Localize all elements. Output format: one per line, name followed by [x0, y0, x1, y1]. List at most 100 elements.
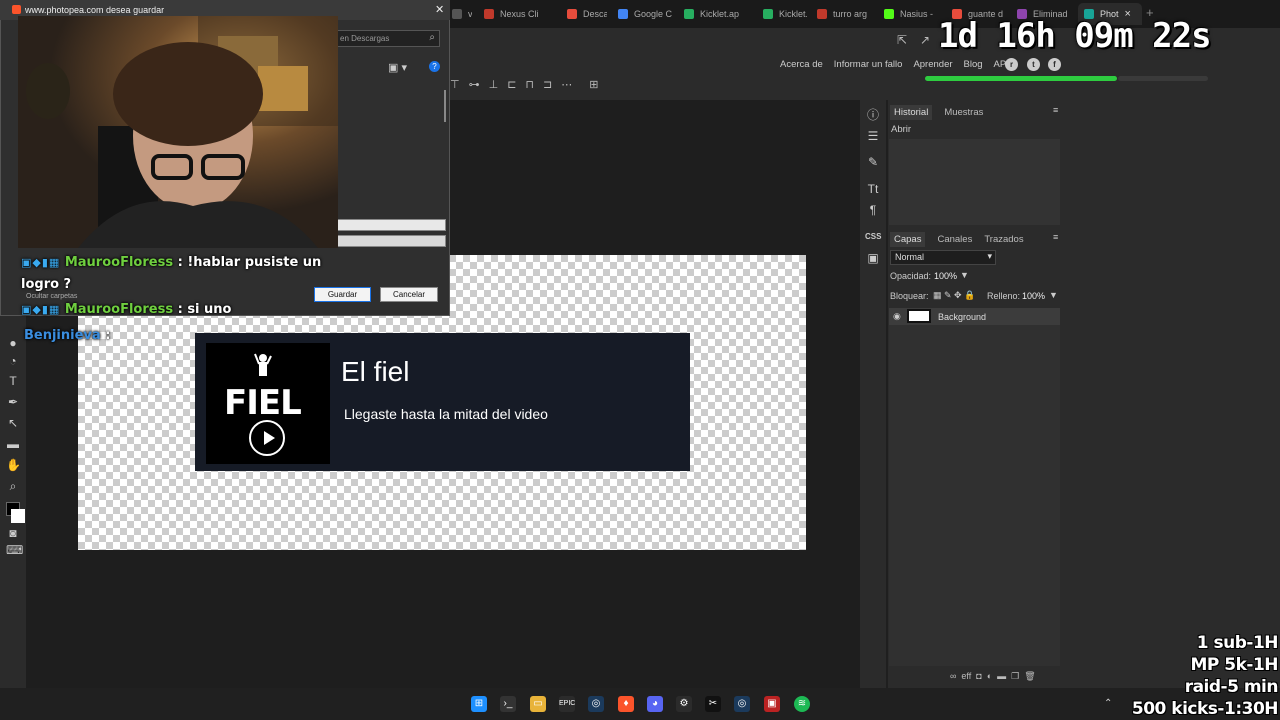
layer-name[interactable]: Background: [938, 312, 986, 322]
browser-tab[interactable]: Google C: [612, 3, 674, 25]
close-icon[interactable]: ✕: [435, 3, 444, 16]
align-middle-icon[interactable]: ⊶: [469, 78, 480, 91]
link-icon[interactable]: ∞: [950, 671, 956, 682]
effects-icon[interactable]: eff: [961, 671, 971, 682]
dialog-title: www.photopea.com desea guardar: [25, 5, 165, 15]
facebook-icon[interactable]: f: [1048, 58, 1061, 71]
tab-channels[interactable]: Canales: [937, 232, 972, 247]
align-bottom-icon[interactable]: ⊥: [489, 78, 499, 91]
path-select-tool-icon[interactable]: ↖: [6, 416, 20, 430]
filetype-select[interactable]: [336, 235, 446, 247]
screen-mode-icon[interactable]: ⌨: [6, 543, 23, 557]
paragraph-icon[interactable]: ¶: [865, 202, 881, 218]
twitter-icon[interactable]: t: [1027, 58, 1040, 71]
tab-label: turro arg: [833, 9, 868, 19]
dodge-tool-icon[interactable]: ◔: [6, 354, 20, 368]
browser-tab[interactable]: Kicklet.ap: [678, 3, 748, 25]
opacity-dropdown-icon[interactable]: ▼: [960, 270, 969, 280]
image-icon[interactable]: ▣: [865, 250, 881, 266]
blur-tool-icon[interactable]: ●: [6, 336, 20, 350]
css-icon[interactable]: CSS: [865, 229, 881, 245]
rectangle-tool-icon[interactable]: ▬: [6, 437, 20, 451]
browser-tab[interactable]: Kicklet.ap: [757, 3, 807, 25]
lock-icons[interactable]: ▦ ✎ ✥ 🔒: [933, 290, 975, 301]
tab-history[interactable]: Historial: [890, 105, 933, 120]
panel-menu-icon[interactable]: ≡: [1053, 232, 1058, 242]
tab-layers[interactable]: Capas: [890, 232, 926, 247]
tab-paths[interactable]: Trazados: [984, 232, 1023, 247]
settings-icon[interactable]: ⚙: [676, 696, 692, 712]
brave-icon[interactable]: ♦: [618, 696, 634, 712]
menu-blog[interactable]: Blog: [964, 59, 983, 70]
trash-icon[interactable]: 🗑: [1024, 671, 1035, 682]
zoom-tool-icon[interactable]: ⌕: [6, 479, 20, 493]
taskbar: [0, 688, 1280, 720]
blend-mode-select[interactable]: Normal: [890, 250, 996, 265]
menu-report-bug[interactable]: Informar un fallo: [834, 59, 903, 70]
grid-icon[interactable]: ⊞: [589, 78, 598, 91]
align-left-icon[interactable]: ⊏: [507, 78, 516, 91]
discord-icon[interactable]: ◕: [647, 696, 663, 712]
history-item[interactable]: Abrir: [891, 124, 911, 135]
adjustment-layer-icon[interactable]: ◐: [987, 671, 992, 682]
info-icon[interactable]: ⓘ: [865, 107, 881, 123]
opacity-value[interactable]: 100%: [934, 271, 957, 281]
browser-tab[interactable]: Descarga: [561, 3, 607, 25]
fill-dropdown-icon[interactable]: ▼: [1049, 290, 1058, 300]
spotify-icon[interactable]: ≋: [794, 696, 810, 712]
share-icon[interactable]: ↗: [920, 33, 930, 47]
open-external-icon[interactable]: ⇱: [897, 33, 907, 47]
filename-field[interactable]: [336, 219, 446, 231]
steam-icon[interactable]: ◎: [588, 696, 604, 712]
save-button[interactable]: Guardar: [314, 287, 371, 302]
help-icon[interactable]: ?: [429, 61, 440, 72]
layers-panel-tabs: Capas Canales Trazados: [890, 232, 1024, 247]
browser-tab[interactable]: turro arg: [811, 3, 873, 25]
chat-badges-icon: ▣◆▮▦: [21, 256, 61, 269]
hand-tool-icon[interactable]: ✋: [6, 458, 21, 472]
search-input[interactable]: en Descargas: [336, 30, 440, 47]
folder-icon[interactable]: ▬: [997, 671, 1006, 682]
tab-favicon-icon: [618, 9, 628, 19]
app-icon[interactable]: ▣: [764, 696, 780, 712]
browser-tab[interactable]: Nasius -: [878, 3, 940, 25]
mask-icon[interactable]: ◘: [976, 671, 981, 682]
tab-favicon-icon: [567, 9, 577, 19]
photopea-right-menu: Acerca de Informar un fallo Aprender Blo…: [780, 59, 1009, 70]
reddit-icon[interactable]: r: [1005, 58, 1018, 71]
align-top-icon[interactable]: ⊤: [450, 78, 460, 91]
panel-menu-icon[interactable]: ≡: [1053, 105, 1058, 115]
brush-settings-icon[interactable]: ✎: [865, 154, 881, 170]
dialog-scrollbar[interactable]: [444, 90, 446, 122]
pen-tool-icon[interactable]: ✒: [6, 395, 20, 409]
windows-start-icon[interactable]: ⊞: [471, 696, 487, 712]
capcut-icon[interactable]: ✂: [705, 696, 721, 712]
eye-icon[interactable]: ◉: [893, 311, 901, 322]
view-mode-icon[interactable]: ▣ ▾: [388, 61, 407, 74]
terminal-icon[interactable]: ›_: [500, 696, 516, 712]
hide-folders-toggle[interactable]: Ocultar carpetas: [26, 293, 77, 300]
distribute-icon[interactable]: ⋯: [561, 78, 572, 91]
tab-favicon-icon: [484, 9, 494, 19]
fiel-logo: FIEL: [224, 383, 302, 423]
align-right-icon[interactable]: ⊐: [543, 78, 552, 91]
background-color-swatch[interactable]: [11, 509, 25, 523]
align-center-icon[interactable]: ⊓: [525, 78, 534, 91]
quick-mask-icon[interactable]: ◙: [6, 526, 20, 540]
cancel-button[interactable]: Cancelar: [380, 287, 438, 302]
chat-username: Benjinieva: [24, 328, 101, 343]
fill-value[interactable]: 100%: [1022, 291, 1045, 301]
chat-text: :: [105, 328, 111, 343]
new-layer-icon[interactable]: ❐: [1011, 671, 1019, 682]
menu-about[interactable]: Acerca de: [780, 59, 823, 70]
file-explorer-icon[interactable]: ▭: [530, 696, 546, 712]
character-icon[interactable]: Tt: [865, 181, 881, 197]
adjustments-icon[interactable]: ☰: [865, 128, 881, 144]
epic-games-icon[interactable]: EPIC: [559, 696, 575, 712]
type-tool-icon[interactable]: T: [6, 374, 20, 388]
tab-swatches[interactable]: Muestras: [944, 105, 983, 120]
steam-icon[interactable]: ◎: [734, 696, 750, 712]
tray-chevron-icon[interactable]: ⌃: [1104, 698, 1112, 709]
browser-tab[interactable]: Nexus Cli: [478, 3, 556, 25]
menu-learn[interactable]: Aprender: [913, 59, 952, 70]
